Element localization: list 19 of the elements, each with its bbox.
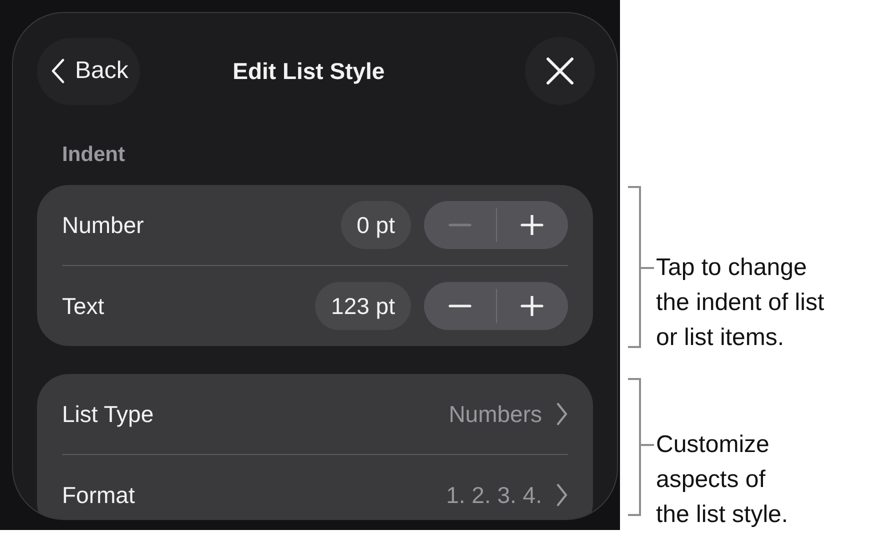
- list-row[interactable]: Format 1. 2. 3. 4.: [62, 455, 568, 519]
- row-label: Text: [62, 292, 106, 320]
- list-row[interactable]: List Type Numbers: [62, 374, 568, 455]
- minus-icon: [448, 223, 472, 227]
- back-button[interactable]: Back: [37, 38, 140, 104]
- callout-text: Customize aspects of the list style.: [656, 430, 788, 530]
- value-field[interactable]: 123 pt: [315, 282, 411, 330]
- row-label: Number: [62, 212, 145, 238]
- plus-icon: [520, 296, 544, 316]
- callout-text: Tap to change the indent of list or list items.: [656, 253, 824, 353]
- close-icon: [546, 57, 574, 85]
- chevron-right-icon: [556, 402, 568, 426]
- plus-icon: [520, 215, 544, 235]
- window-title: Edit List Style: [232, 58, 385, 84]
- section-label: Indent: [62, 143, 126, 167]
- value-field[interactable]: 0 pt: [340, 201, 411, 249]
- chevron-left-icon: [51, 58, 65, 84]
- chevron-right-icon: [556, 483, 568, 507]
- minus-icon: [448, 304, 472, 308]
